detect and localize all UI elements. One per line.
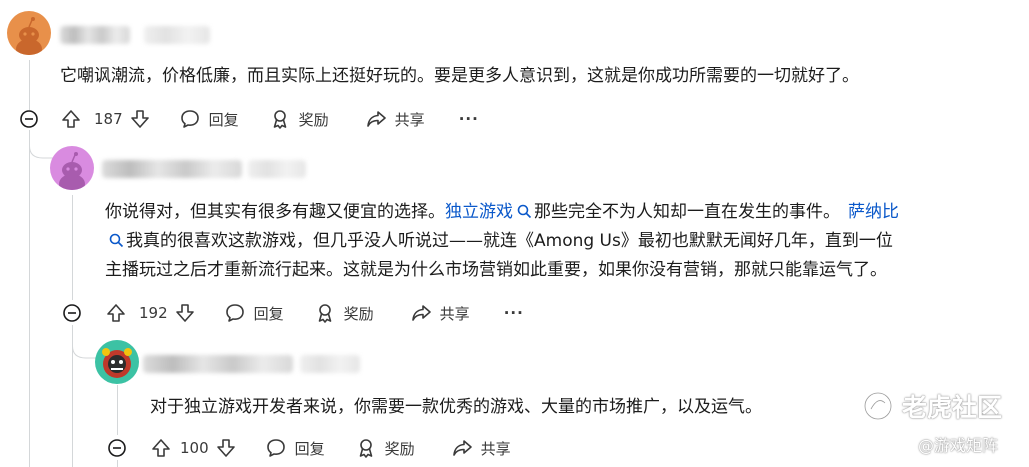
snoo-avatar-icon — [16, 17, 42, 55]
award-label: 奖励 — [343, 304, 374, 323]
comment-text: 我真的很喜欢这款游戏，但几乎没人听说过——就连《Among Us》最初也默默无闻… — [126, 231, 893, 251]
thread-line — [117, 460, 118, 467]
comment-actions: 187 回复 奖励 共享 ··· — [60, 105, 479, 133]
reply-button[interactable]: 回复 — [224, 302, 284, 324]
comment-body: 它嘲讽潮流，价格低廉，而且实际上还挺好玩的。要是更多人意识到，这就是你成功所需要… — [60, 62, 1000, 91]
comment-text: 对于独立游戏开发者来说，你需要一款优秀的游戏、大量的市场推广，以及运气。 — [150, 397, 762, 417]
comment-actions: 192 回复 奖励 共享 ··· — [105, 299, 524, 327]
timestamp-redacted — [300, 355, 360, 373]
share-button[interactable]: 共享 — [451, 437, 511, 459]
reply-button[interactable]: 回复 — [179, 108, 239, 130]
downvote-arrow-icon — [175, 304, 194, 322]
character-avatar-icon — [102, 348, 132, 378]
share-button[interactable]: 共享 — [410, 302, 470, 324]
vote-count: 100 — [180, 439, 209, 457]
link-label: 萨纳比 — [848, 202, 899, 222]
collapse-thread-icon[interactable] — [108, 439, 126, 457]
comment-text: 那些完全不为人知却一直在发生的事件。 — [534, 202, 840, 222]
award-button[interactable]: 奖励 — [269, 108, 329, 130]
share-arrow-icon — [366, 111, 386, 127]
avatar[interactable] — [95, 340, 139, 384]
reply-label: 回复 — [208, 110, 239, 129]
comment-text: 主播玩过之后才重新流行起来。这就是为什么市场营销如此重要，如果你没有营销，那就只… — [105, 260, 887, 280]
downvote-button[interactable] — [174, 302, 196, 324]
award-icon — [359, 439, 372, 458]
watermark-handle: @游戏矩阵 — [918, 436, 999, 455]
downvote-arrow-icon — [130, 110, 149, 128]
username-redacted[interactable] — [143, 355, 293, 373]
thread-line — [117, 385, 118, 435]
username-redacted[interactable] — [102, 160, 242, 178]
award-button[interactable]: 奖励 — [314, 302, 374, 324]
tiger-community-logo-icon — [863, 391, 893, 421]
vote-count: 187 — [94, 110, 123, 128]
downvote-button[interactable] — [215, 437, 237, 459]
award-label: 奖励 — [298, 110, 329, 129]
upvote-arrow-icon — [107, 304, 125, 322]
link-label: 独立游戏 — [445, 202, 513, 222]
thread-connector — [72, 332, 98, 359]
thread-line — [29, 130, 30, 467]
comment-actions: 100 回复 奖励 共享 — [150, 434, 511, 462]
avatar[interactable] — [7, 11, 51, 55]
downvote-button[interactable] — [129, 108, 151, 130]
comment-body: 你说得对，但其实有很多有趣又便宜的选择。独立游戏 那些完全不为人知却一直在发生的事… — [105, 198, 1015, 285]
comment-text: 它嘲讽潮流，价格低廉，而且实际上还挺好玩的。要是更多人意识到，这就是你成功所需要… — [60, 66, 859, 86]
award-icon — [318, 304, 331, 323]
reply-label: 回复 — [294, 439, 325, 458]
upvote-button[interactable] — [60, 108, 82, 130]
award-button[interactable]: 奖励 — [355, 437, 415, 459]
thread-line — [72, 195, 73, 300]
comment-bubble-icon — [266, 439, 285, 457]
watermark: 老虎社区 — [862, 388, 1002, 424]
timestamp-redacted — [144, 26, 210, 44]
share-label: 共享 — [394, 110, 425, 129]
share-button[interactable]: 共享 — [365, 108, 425, 130]
reply-button[interactable]: 回复 — [265, 437, 325, 459]
downvote-arrow-icon — [216, 439, 235, 457]
timestamp-redacted — [248, 160, 306, 178]
comment-text: 你说得对，但其实有很多有趣又便宜的选择。 — [105, 202, 445, 222]
vote-count: 192 — [139, 304, 168, 322]
award-label: 奖励 — [384, 439, 415, 458]
reply-label: 回复 — [253, 304, 284, 323]
search-icon[interactable] — [109, 233, 124, 248]
upvote-button[interactable] — [150, 437, 172, 459]
username-redacted[interactable] — [60, 26, 130, 44]
collapse-thread-icon[interactable] — [63, 304, 81, 322]
share-arrow-icon — [452, 440, 472, 456]
more-options-button[interactable]: ··· — [459, 110, 479, 128]
collapse-thread-icon[interactable] — [20, 110, 38, 128]
snoo-avatar-icon — [59, 152, 85, 190]
comment-bubble-icon — [225, 304, 244, 322]
search-link-indie-games[interactable]: 独立游戏 — [445, 202, 534, 222]
comment-bubble-icon — [180, 110, 199, 128]
award-icon — [273, 110, 286, 129]
upvote-button[interactable] — [105, 302, 127, 324]
share-label: 共享 — [480, 439, 511, 458]
search-link-sanabi[interactable]: 萨纳比 — [848, 202, 899, 222]
comment-body: 对于独立游戏开发者来说，你需要一款优秀的游戏、大量的市场推广，以及运气。 — [150, 393, 870, 422]
more-options-button[interactable]: ··· — [504, 304, 524, 322]
share-label: 共享 — [439, 304, 470, 323]
search-icon — [517, 204, 532, 219]
more-options-label: ··· — [458, 110, 479, 128]
upvote-arrow-icon — [152, 439, 170, 457]
upvote-arrow-icon — [62, 110, 80, 128]
share-arrow-icon — [411, 305, 431, 321]
watermark-site: 老虎社区 — [902, 393, 1003, 422]
more-options-label: ··· — [503, 304, 524, 322]
thread-line — [29, 60, 30, 110]
avatar[interactable] — [50, 146, 94, 190]
